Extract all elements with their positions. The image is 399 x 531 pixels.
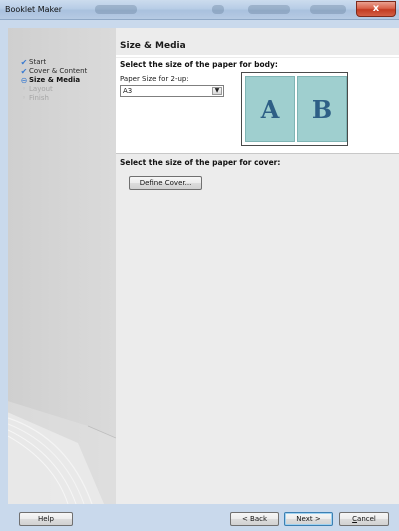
paper-size-value: A3 [123,87,133,95]
wizard-client-area: ✔ Start ✔ Cover & Content ⊖ Size & Media… [8,28,399,504]
wizard-step-sidebar: ✔ Start ✔ Cover & Content ⊖ Size & Media… [8,28,116,504]
pending-step-icon: ◦ [21,85,27,93]
two-up-preview: A B [241,72,348,146]
step-item-finish: ◦ Finish [20,94,87,103]
cover-paper-section: Select the size of the paper for cover: … [116,154,399,504]
blurred-tab [248,5,290,14]
wizard-footer: Help < Back Next > Cancel [0,504,399,531]
body-section-heading: Select the size of the paper for body: [120,60,278,69]
blurred-tab [95,5,137,14]
back-button[interactable]: < Back [230,512,279,526]
step-label: Cover & Content [29,67,88,75]
cancel-label: ancel [357,515,376,523]
booklet-pages-illustration [8,401,116,504]
page-title: Size & Media [120,41,186,51]
paper-size-label: Paper Size for 2-up: [120,75,189,83]
step-label: Finish [29,94,49,102]
close-button[interactable]: x [356,1,396,17]
blurred-tab [212,5,224,14]
wizard-page-content: Size & Media Select the size of the pape… [116,28,399,504]
define-cover-button[interactable]: Define Cover... [129,176,202,190]
step-item-cover-content: ✔ Cover & Content [20,67,88,76]
step-label: Layout [29,85,53,93]
step-item-start: ✔ Start [20,58,87,67]
preview-page-b: B [297,76,347,142]
help-button[interactable]: Help [19,512,73,526]
step-item-layout: ◦ Layout [20,85,87,94]
check-icon: ✔ [20,58,28,67]
preview-page-a: A [245,76,295,142]
blurred-tab [310,5,346,14]
step-list: ✔ Start ✔ Cover & Content ⊖ Size & Media… [20,58,88,103]
body-paper-section: Select the size of the paper for body: P… [116,58,399,153]
cover-section-heading: Select the size of the paper for cover: [120,158,281,167]
current-step-icon: ⊖ [20,76,28,85]
next-button[interactable]: Next > [284,512,333,526]
title-bar[interactable]: Booklet Maker x [0,0,399,20]
cancel-button[interactable]: Cancel [339,512,389,526]
check-icon: ✔ [20,67,28,76]
step-label: Size & Media [29,76,81,84]
chevron-down-icon[interactable]: ▼ [212,87,222,95]
step-item-size-media: ⊖ Size & Media [20,76,87,85]
title-divider [116,55,399,57]
close-icon: x [372,3,380,14]
pending-step-icon: ◦ [21,94,27,102]
booklet-maker-window: Booklet Maker x ✔ Start ✔ Cover & Conten… [0,0,399,531]
paper-size-dropdown[interactable]: A3 ▼ [120,85,224,97]
step-label: Start [29,58,47,66]
window-title: Booklet Maker [5,5,63,14]
